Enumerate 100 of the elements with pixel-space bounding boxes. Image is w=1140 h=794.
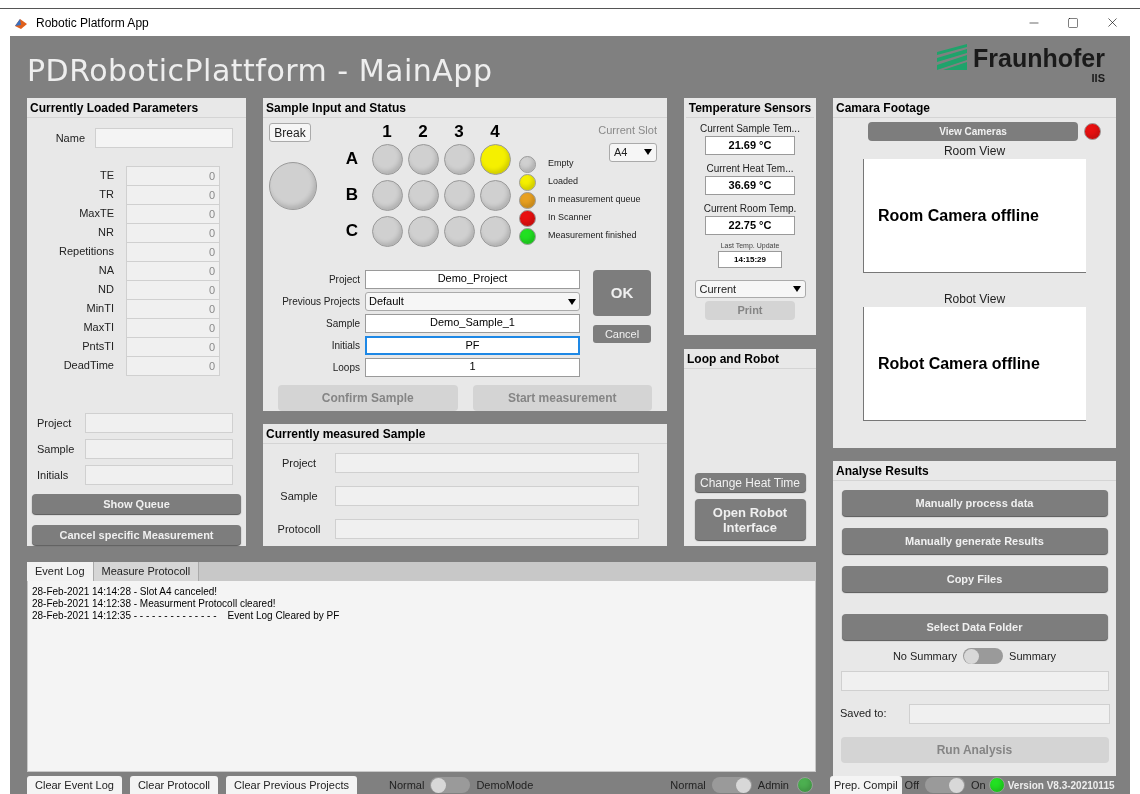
column-label: 3: [453, 123, 465, 141]
panel-title: Currently measured Sample: [263, 424, 667, 444]
camera-message: Robot Camera offline: [878, 353, 1040, 374]
log-line: 28-Feb-2021 14:14:28 - Slot A4 canceled!: [32, 586, 219, 598]
input-field[interactable]: [909, 703, 1110, 724]
input-field[interactable]: 0: [126, 355, 220, 376]
input-field[interactable]: [85, 465, 233, 485]
toggle-label: On: [971, 777, 986, 793]
legend-label: Loaded: [548, 175, 579, 189]
mode-dropdown[interactable]: Current: [694, 280, 806, 298]
input-field[interactable]: 0: [126, 317, 220, 338]
toggle-switch[interactable]: [925, 777, 966, 793]
field-label: NA: [97, 263, 115, 279]
view-cameras-button[interactable]: View Cameras: [868, 122, 1078, 141]
input-field[interactable]: 0: [126, 165, 220, 186]
app-title: PDRoboticPlattform - MainApp: [27, 52, 493, 90]
input-field[interactable]: [95, 128, 233, 148]
bottom-button[interactable]: Clear Previous Projects: [226, 776, 357, 794]
reading-label: Current Room Temp.: [703, 202, 797, 216]
toggle-label: Admin: [757, 777, 789, 793]
input-field[interactable]: [335, 486, 639, 506]
field-label: MaxTI: [82, 320, 115, 336]
panel-title: Temperature Sensors: [685, 98, 815, 118]
panel-title: Camara Footage: [833, 98, 1116, 118]
toggle-label: No Summary: [892, 649, 958, 664]
maximize-icon[interactable]: [1067, 16, 1079, 29]
caret-icon: [792, 286, 801, 292]
toggle-label: Off: [904, 777, 920, 793]
temperature-field: 36.69 °C: [705, 176, 795, 195]
temperature-field: 21.69 °C: [705, 136, 795, 155]
select-folder-button[interactable]: Select Data Folder: [841, 614, 1108, 640]
field-label: Project: [327, 273, 361, 287]
button[interactable]: Copy Files: [841, 566, 1108, 592]
reading-label: Current Sample Tem...: [700, 122, 800, 136]
row-label: B: [344, 184, 360, 207]
field-label: Initials: [330, 339, 361, 353]
field-label: MaxTE: [78, 206, 115, 222]
legend-label: Empty: [548, 157, 574, 171]
close-icon[interactable]: [1105, 15, 1120, 30]
column-label: 2: [417, 123, 429, 141]
tab[interactable]: Measure Protocoll: [93, 562, 200, 581]
field-label: Project: [36, 415, 73, 431]
tab[interactable]: Event Log: [27, 562, 94, 581]
field-label: TR: [98, 187, 115, 203]
field-label: Sample: [325, 317, 361, 331]
input-field[interactable]: 0: [126, 279, 220, 300]
update-field: 14:15:29: [718, 251, 782, 268]
toggle-label: Normal: [670, 777, 706, 793]
panel-title: Sample Input and Status: [263, 98, 667, 118]
input-field[interactable]: Demo_Sample_1: [365, 314, 580, 333]
input-field[interactable]: 0: [126, 298, 220, 319]
input-field[interactable]: 0: [126, 241, 220, 262]
slot-dropdown[interactable]: A4: [609, 142, 657, 162]
input-field[interactable]: [840, 670, 1109, 691]
button[interactable]: Manually process data: [841, 490, 1108, 516]
input-field[interactable]: 0: [126, 222, 220, 243]
field-label: Sample: [36, 441, 76, 457]
input-field[interactable]: Demo_Project: [365, 270, 580, 289]
project-dropdown[interactable]: Default: [365, 292, 580, 311]
field-label: Sample: [279, 488, 319, 504]
window-title: Robotic Platform App: [36, 14, 149, 32]
button[interactable]: Show Queue: [32, 494, 241, 514]
view-label: Robot View: [943, 291, 1006, 307]
input-field[interactable]: 0: [126, 336, 220, 357]
input-field[interactable]: 0: [126, 260, 220, 281]
row-label: C: [344, 220, 360, 243]
break-button[interactable]: Break: [269, 123, 311, 142]
field-label: Repetitions: [57, 244, 115, 260]
logo-text: Fraunhofer: [973, 44, 1105, 72]
input-field[interactable]: [335, 453, 639, 473]
field-label: Project: [280, 455, 318, 471]
button[interactable]: Open Robot Interface: [694, 499, 806, 540]
log-line: 28-Feb-2021 14:12:38 - Measurment Protocoll cleared!: [32, 598, 277, 610]
view-label: Room View: [943, 143, 1006, 159]
compiler-button[interactable]: Prep. Compil: [830, 776, 902, 794]
toggle-switch[interactable]: [430, 777, 471, 793]
toggle-switch[interactable]: [711, 777, 752, 793]
input-field[interactable]: PF: [365, 336, 580, 355]
ok-button[interactable]: OK: [593, 270, 651, 316]
bottom-button[interactable]: Clear Protocoll: [129, 776, 219, 794]
button[interactable]: Change Heat Time: [694, 473, 806, 492]
button[interactable]: Cancel specific Measurement: [32, 525, 241, 545]
column-label: 4: [489, 123, 501, 141]
field-label: Protocoll: [276, 521, 322, 537]
toggle-switch[interactable]: [963, 648, 1004, 665]
panel-title: Loop and Robot: [684, 349, 816, 369]
field-label: ND: [97, 282, 115, 298]
cancel-button[interactable]: Cancel: [593, 325, 651, 343]
column-label: 1: [381, 123, 393, 141]
button[interactable]: Manually generate Results: [841, 528, 1108, 554]
input-field[interactable]: 1: [365, 358, 580, 377]
input-field[interactable]: 0: [126, 203, 220, 224]
input-field[interactable]: [335, 519, 639, 539]
input-field[interactable]: [85, 439, 233, 459]
legend-label: In measurement queue: [548, 193, 641, 207]
input-field[interactable]: [85, 413, 233, 433]
input-field[interactable]: 0: [126, 184, 220, 205]
bottom-button[interactable]: Clear Event Log: [27, 776, 122, 794]
temperature-field: 22.75 °C: [705, 216, 795, 235]
field-label: Initials: [36, 467, 70, 483]
